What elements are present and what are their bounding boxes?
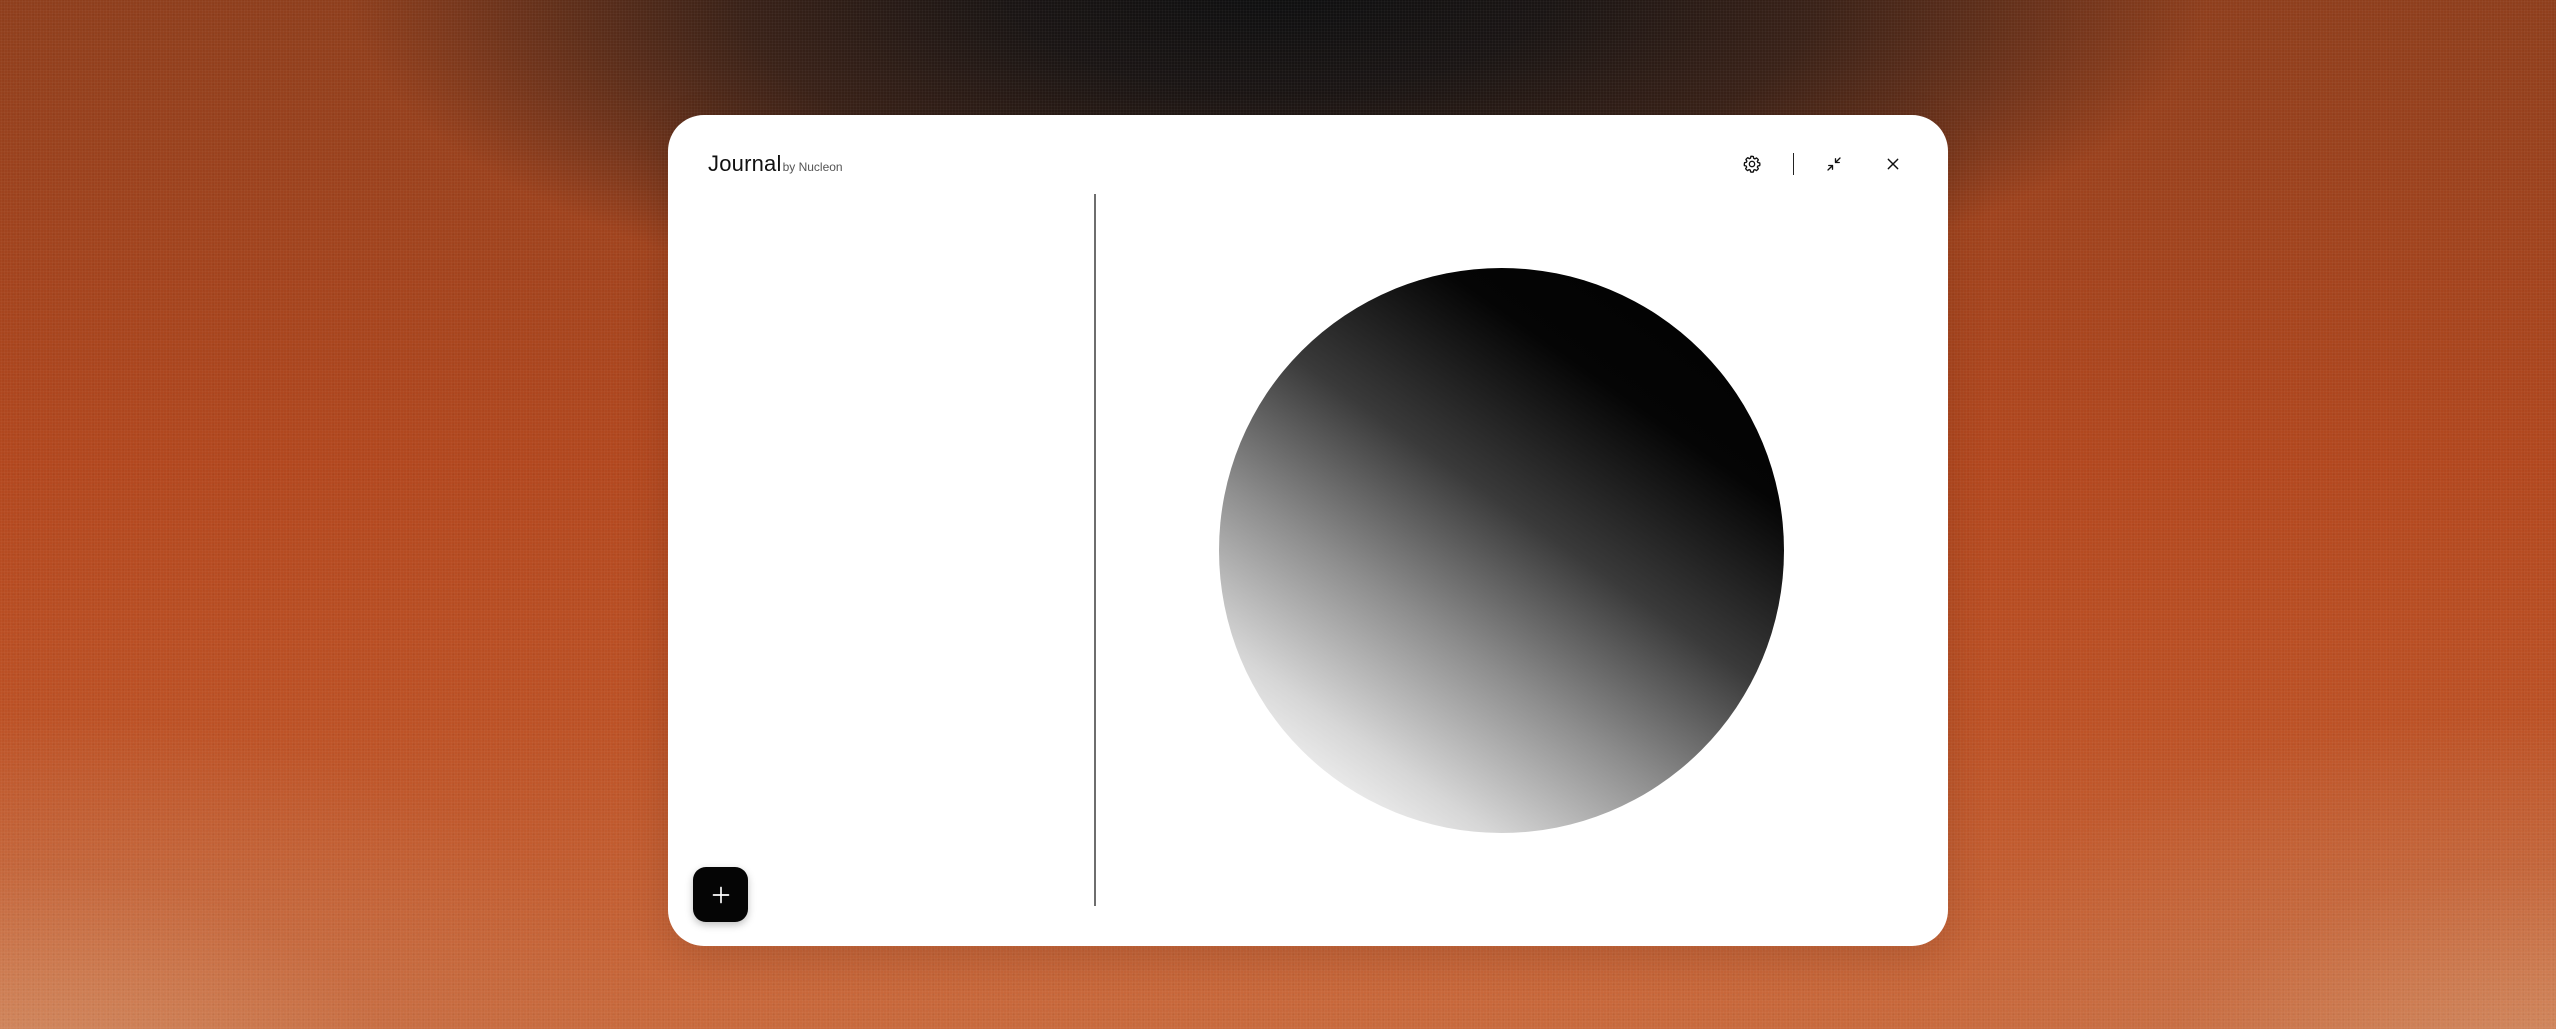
app-byline: by Nucleon (782, 160, 843, 174)
entries-sidebar (692, 195, 1092, 921)
app-brand: Journal by Nucleon (708, 151, 843, 177)
app-title: Journal (708, 151, 782, 176)
close-icon (1887, 158, 1899, 170)
plus-icon (712, 886, 729, 903)
controls-divider (1793, 153, 1794, 175)
window-controls (1737, 149, 1908, 179)
settings-button[interactable] (1737, 149, 1767, 179)
minimize-button[interactable] (1819, 149, 1849, 179)
gear-icon (1743, 155, 1761, 173)
sidebar-divider[interactable] (1094, 194, 1096, 906)
collapse-icon (1827, 157, 1841, 171)
add-entry-button[interactable] (693, 867, 748, 922)
journal-window: Journal by Nucleon (668, 115, 1948, 946)
gradient-orb (1219, 268, 1784, 833)
close-button[interactable] (1878, 149, 1908, 179)
